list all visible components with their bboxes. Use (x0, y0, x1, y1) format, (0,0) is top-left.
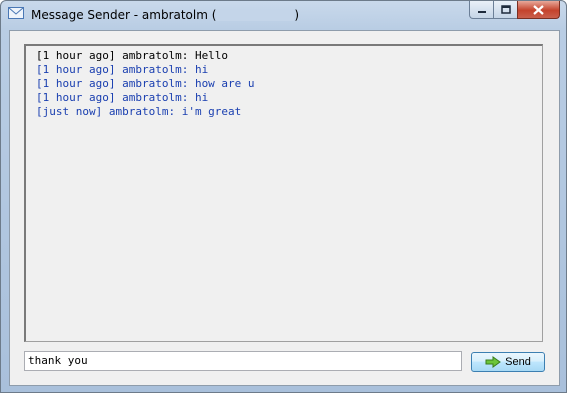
close-icon (533, 4, 544, 15)
minimize-icon (477, 10, 486, 13)
maximize-button[interactable] (493, 1, 518, 19)
message-line: [1 hour ago] ambratolm: Hello (36, 49, 229, 62)
redacted-region (216, 9, 295, 21)
message-line: [1 hour ago] ambratolm: hi (36, 91, 209, 104)
send-button[interactable]: Send (471, 352, 545, 372)
window-title: Message Sender - ambratolm () (31, 8, 299, 22)
maximize-icon (500, 5, 511, 14)
arrow-right-icon (485, 356, 502, 368)
message-line: [1 hour ago] ambratolm: how are u (36, 77, 255, 90)
title-bar[interactable]: Message Sender - ambratolm () (1, 1, 566, 28)
app-window: Message Sender - ambratolm () [1 hour ag… (0, 0, 567, 393)
envelope-icon (8, 7, 24, 19)
close-button[interactable] (517, 1, 560, 19)
message-line: [just now] ambratolm: i'm great (36, 105, 242, 118)
window-title-text: Message Sender - ambratolm ( (31, 8, 217, 22)
minimize-button[interactable] (469, 1, 494, 19)
client-area: [1 hour ago] ambratolm: Hello [1 hour ago… (9, 30, 560, 386)
window-title-suffix: ) (294, 8, 300, 22)
message-history[interactable]: [1 hour ago] ambratolm: Hello [1 hour ago… (24, 44, 543, 342)
send-button-label: Send (505, 356, 531, 368)
window-controls (469, 1, 560, 20)
message-input[interactable]: thank you (24, 351, 462, 371)
message-line: [1 hour ago] ambratolm: hi (36, 63, 209, 76)
